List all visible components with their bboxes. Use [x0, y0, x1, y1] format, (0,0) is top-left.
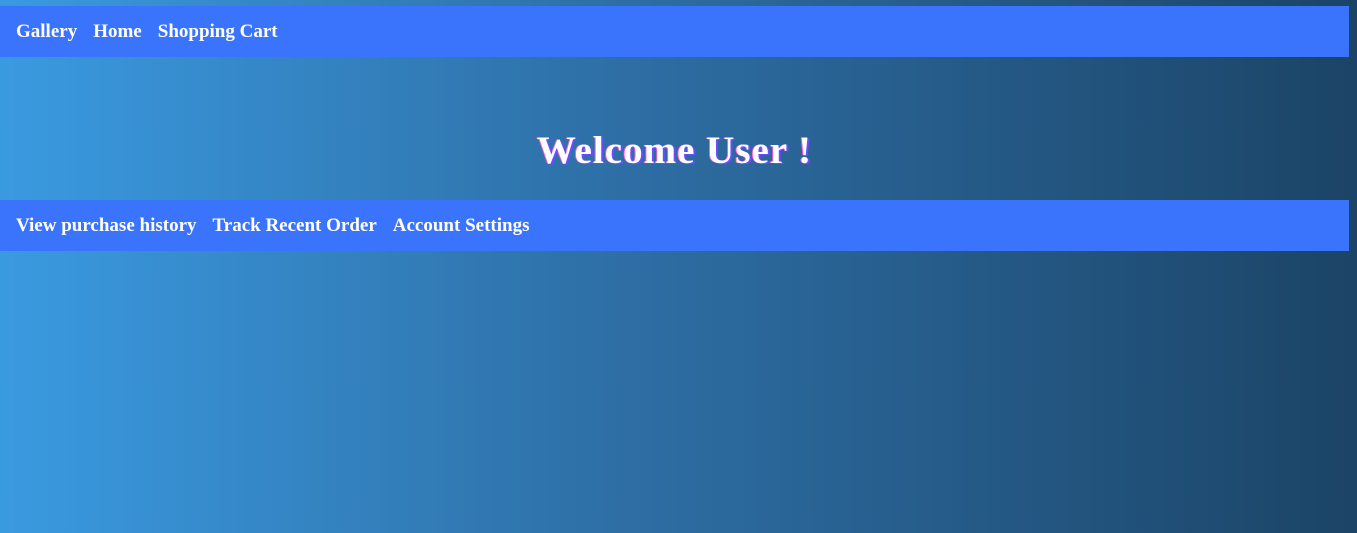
- welcome-heading: Welcome User !: [536, 129, 813, 172]
- nav-link-gallery[interactable]: Gallery: [16, 21, 77, 43]
- account-navbar: View purchase history Track Recent Order…: [0, 200, 1349, 251]
- top-navbar: Gallery Home Shopping Cart: [0, 6, 1349, 57]
- nav-link-account-settings[interactable]: Account Settings: [393, 215, 530, 237]
- nav-link-track-order[interactable]: Track Recent Order: [213, 215, 377, 237]
- nav-link-home[interactable]: Home: [93, 21, 142, 43]
- nav-link-shopping-cart[interactable]: Shopping Cart: [158, 21, 278, 43]
- nav-link-purchase-history[interactable]: View purchase history: [16, 215, 197, 237]
